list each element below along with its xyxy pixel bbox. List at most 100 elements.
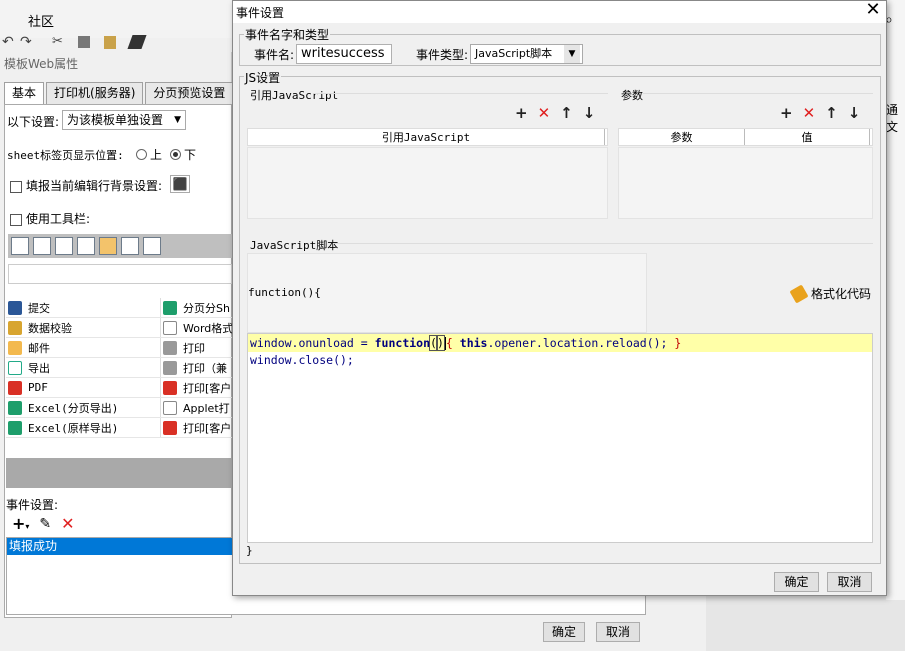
ref-js-actions: + ✕ ↑ ↓ <box>515 104 595 122</box>
code-token: window.onunload = <box>250 336 375 350</box>
arrow-down-icon[interactable]: ↓ <box>583 104 596 122</box>
undo-icon[interactable]: ↶ <box>2 34 14 50</box>
event-item-write-success[interactable]: 填报成功 <box>7 538 233 555</box>
word-icon <box>163 320 177 335</box>
copy-icon[interactable] <box>78 36 90 48</box>
tree-icon[interactable] <box>121 237 139 255</box>
setting-select[interactable]: 为该模板单独设置 ▼ <box>62 110 186 130</box>
list-item-label: 分页分Sh <box>183 301 230 315</box>
ref-js-table-body[interactable] <box>247 147 608 219</box>
list-item-label: Excel(原样导出) <box>28 421 119 435</box>
function-close-text: } <box>246 544 253 557</box>
code-paren: ) <box>435 335 445 351</box>
email-icon[interactable] <box>99 237 117 255</box>
list-item-label: 导出 <box>28 361 50 375</box>
toolbar-button-list: 提交 分页分Sh 数据校验 Word格式 邮件 打印 导出 打印（兼 PDF 打… <box>6 298 232 438</box>
list-item[interactable]: 数据校验 Word格式 <box>6 318 232 338</box>
background-cancel-button[interactable]: 取消 <box>596 622 640 642</box>
event-type-select[interactable]: JavaScript脚本 ▼ <box>470 44 583 64</box>
list-item[interactable]: 导出 打印（兼 <box>6 358 232 378</box>
event-name-input[interactable]: writesuccess <box>296 44 392 64</box>
param-column[interactable]: 参数 <box>619 129 745 145</box>
excel-icon <box>8 420 22 435</box>
pencil-icon[interactable]: ✎ <box>39 516 51 532</box>
toolbar-preview-bar <box>8 264 232 284</box>
export-icon[interactable] <box>77 237 95 255</box>
sheet-position-radios: 上 下 <box>128 146 196 163</box>
radio-bottom[interactable] <box>170 149 182 160</box>
add-icon[interactable]: + <box>780 104 793 122</box>
list-item[interactable]: PDF 打印[客户 <box>6 378 232 398</box>
list-item-label: PDF <box>28 381 48 394</box>
dialog-titlebar <box>233 1 886 23</box>
print-client-icon <box>163 380 177 395</box>
tab-basic[interactable]: 基本 <box>4 82 45 104</box>
delete-icon[interactable]: ✕ <box>803 104 816 122</box>
sheet-icon <box>163 300 177 315</box>
setting-label: 以下设置: <box>7 115 60 129</box>
background-right-edge <box>886 0 905 600</box>
ok-button[interactable]: 确定 <box>774 572 819 592</box>
radio-top-label: 上 <box>150 148 163 162</box>
mail-icon <box>8 340 22 355</box>
print-icon[interactable] <box>55 237 73 255</box>
tab-page-preview-settings[interactable]: 分页预览设置 <box>145 82 234 104</box>
export-icon <box>8 360 22 375</box>
code-brace: } <box>674 336 682 350</box>
delete-icon[interactable]: ✕ <box>538 104 551 122</box>
list-item[interactable]: 邮件 打印 <box>6 338 232 358</box>
background-ok-button[interactable]: 确定 <box>543 622 585 642</box>
event-settings-dialog: 事件设置 ✕ 事件名字和类型 事件名: writesuccess 事件类型: J… <box>232 0 887 596</box>
fill-bg-label: 填报当前编辑行背景设置: <box>26 179 163 193</box>
ref-js-column[interactable]: 引用JavaScript <box>248 129 605 145</box>
value-column[interactable]: 值 <box>745 129 870 145</box>
add-icon[interactable]: +▾ <box>12 514 29 533</box>
delete-icon[interactable]: ✕ <box>61 514 74 533</box>
use-toolbar-checkbox[interactable] <box>10 213 22 226</box>
divider <box>313 93 608 94</box>
printer-icon <box>163 360 177 375</box>
redo-icon[interactable]: ↷ <box>20 34 32 50</box>
printer-icon <box>163 340 177 355</box>
radio-top[interactable] <box>136 149 147 160</box>
print-client-pdf-icon <box>163 420 177 435</box>
arrow-up-icon[interactable]: ↑ <box>825 104 838 122</box>
validate-icon <box>8 320 22 335</box>
close-icon[interactable]: ✕ <box>863 0 883 20</box>
edit-icon[interactable] <box>33 237 51 255</box>
list-item[interactable]: 提交 分页分Sh <box>6 298 232 318</box>
event-settings-label: 事件设置: <box>6 498 59 512</box>
event-type-label: 事件类型: <box>416 48 469 62</box>
code-editor[interactable]: window.onunload = function(){ this.opene… <box>247 333 873 543</box>
dialog-title: 事件设置 <box>236 6 285 20</box>
list-item-label: 打印[客户 <box>183 421 232 435</box>
tab-community[interactable]: 社区 <box>28 11 54 30</box>
ref-js-label: 引用JavaScript <box>250 89 339 102</box>
property-tabs: 基本 打印机(服务器) 分页预览设置 <box>4 82 235 104</box>
tab-printer-server[interactable]: 打印机(服务器) <box>46 82 144 104</box>
window-icon[interactable] <box>143 237 161 255</box>
list-item[interactable]: Excel(原样导出) 打印[客户 <box>6 418 232 438</box>
list-item-label: 打印[客户 <box>183 381 232 395</box>
event-type-value: JavaScript脚本 <box>475 47 553 60</box>
paste-icon[interactable] <box>104 36 116 49</box>
list-item-label: 数据校验 <box>28 321 72 335</box>
ref-js-table-header: 引用JavaScript <box>247 128 608 146</box>
save-icon[interactable] <box>11 237 29 255</box>
cut-icon[interactable]: ✂ <box>52 34 63 49</box>
background-toolbar: ↶ ↷ ✂ <box>0 34 232 52</box>
params-table-header: 参数 值 <box>618 128 873 146</box>
list-item[interactable]: Excel(分页导出) Applet打 <box>6 398 232 418</box>
cancel-button[interactable]: 取消 <box>827 572 872 592</box>
add-icon[interactable]: + <box>515 104 528 122</box>
arrow-up-icon[interactable]: ↑ <box>560 104 573 122</box>
use-toolbar-row: 使用工具栏: <box>10 210 90 227</box>
code-line-2: window.close(); <box>250 353 354 367</box>
params-table-body[interactable] <box>618 147 873 219</box>
paint-bucket-icon[interactable]: ⬛ <box>170 175 190 193</box>
arrow-down-icon[interactable]: ↓ <box>848 104 861 122</box>
format-brush-icon[interactable] <box>127 35 147 49</box>
format-code-button[interactable]: 格式化代码 <box>789 283 871 304</box>
fill-bg-checkbox[interactable] <box>10 180 22 193</box>
use-toolbar-label: 使用工具栏: <box>26 212 91 226</box>
